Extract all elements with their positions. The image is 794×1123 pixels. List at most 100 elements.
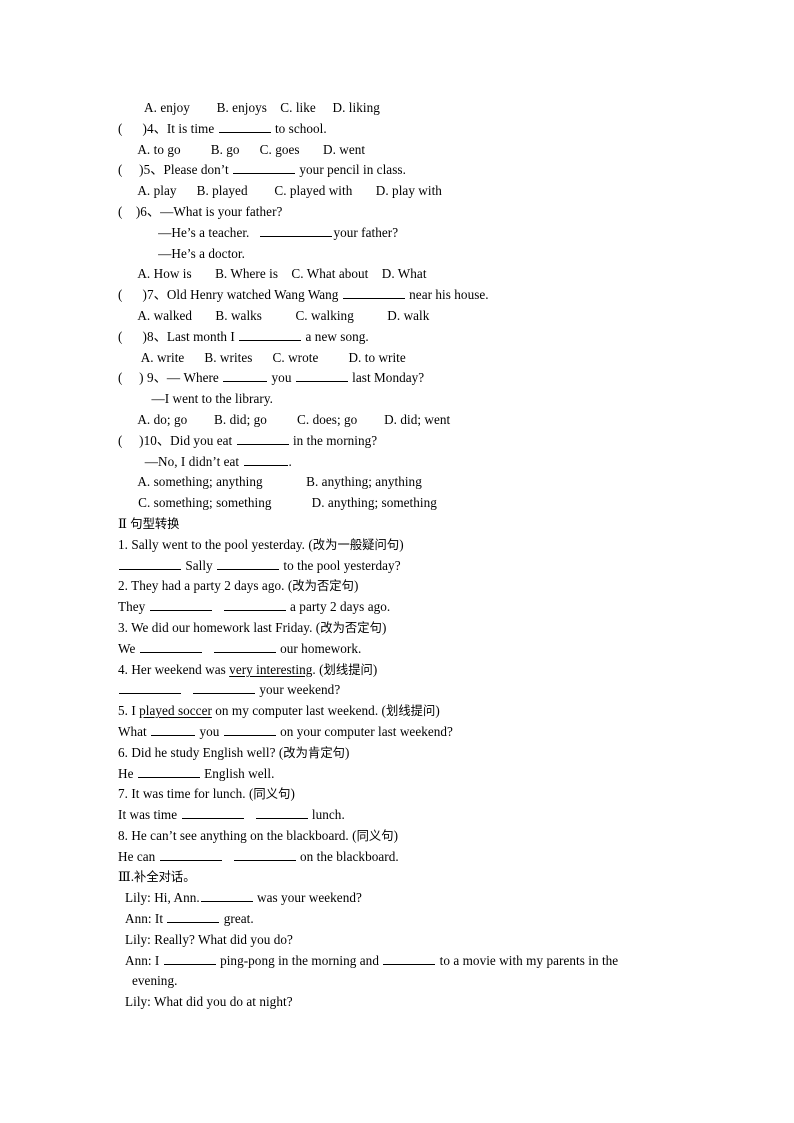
s2-item-5-answer: What you on your computer last weekend?	[118, 723, 453, 739]
q7-options: A. walked B. walks C. walking D. walk	[137, 307, 430, 323]
q10-stem-after: in the morning?	[289, 432, 378, 448]
q9-stem-before: — Where	[166, 370, 223, 386]
q6-line1: —What is your father?	[160, 203, 283, 219]
s2-item-3-blank-1[interactable]	[139, 640, 202, 653]
q10-answer-line: —No, I didn’t eat .	[118, 452, 678, 473]
worksheet-page: A. enjoy B. enjoys C. like D. liking ( )…	[0, 0, 794, 1123]
q10-options-row2: C. something; something D. anything; som…	[138, 495, 437, 511]
q7-answer-blank[interactable]	[342, 286, 405, 300]
s2-item-8-blank-1[interactable]	[159, 848, 222, 861]
dialogue-blank-3[interactable]	[163, 952, 216, 965]
s2-item-5-underlined: played soccer	[139, 703, 212, 719]
q10-answer-after: .	[288, 453, 292, 469]
section-2-heading: Ⅱ 句型转换	[118, 515, 180, 531]
s2-item-7-answer: It was time lunch.	[118, 806, 345, 823]
s2-item-8-answer: He can on the blackboard.	[118, 848, 399, 864]
s2-item-5-prompt: 5. I played soccer on my computer last w…	[118, 703, 440, 719]
s2-item-2-blank-2[interactable]	[223, 598, 286, 612]
q8-stem-before: Last month I	[166, 328, 239, 344]
q10-options-row1: A. something; anything B. anything; anyt…	[137, 474, 422, 490]
q6-line2-after: your father?	[333, 224, 399, 240]
question-9: ( ) 9、— Where you last Monday?	[118, 368, 678, 389]
q5-stem-after: your pencil in class.	[296, 162, 406, 178]
q5-stem-before: Please don’t	[163, 162, 233, 178]
q9-answer-line: —I went to the library.	[151, 391, 273, 407]
dialogue-line-4-continuation: evening.	[132, 973, 178, 989]
q5-answer-blank[interactable]	[233, 161, 296, 175]
dialogue-blank-2[interactable]	[167, 910, 220, 924]
q6-answer-blank[interactable]	[260, 224, 333, 237]
question-8: ( )8、Last month I a new song.	[118, 327, 678, 348]
s2-item-4-underlined: very interesting	[229, 661, 313, 677]
s2-item-2-prompt: 2. They had a party 2 days ago. (改为否定句)	[118, 578, 359, 594]
s2-item-1-prompt: 1. Sally went to the pool yesterday. (改为…	[118, 536, 404, 552]
dialogue-blank-4[interactable]	[383, 952, 436, 965]
question-10: ( )10、Did you eat in the morning?	[118, 431, 678, 452]
s2-item-1-blank-2[interactable]	[217, 556, 280, 570]
dialogue-line-3: Lily: Really? What did you do?	[125, 931, 293, 947]
dialogue-blank-1[interactable]	[200, 889, 253, 903]
q8-stem-after: a new song.	[302, 328, 369, 344]
s2-item-2-answer: They a party 2 days ago.	[118, 598, 391, 615]
s2-item-8-blank-2[interactable]	[233, 848, 296, 861]
q7-stem-after: near his house.	[405, 287, 489, 303]
section-3-heading: Ⅲ.补全对话。	[118, 869, 196, 885]
q4-options: A. to go B. go C. goes D. went	[137, 141, 366, 157]
s2-item-5-blank-1[interactable]	[151, 723, 196, 736]
q9-stem-after: last Monday?	[348, 370, 425, 386]
question-4: ( )4、It is time to school.	[118, 119, 678, 140]
worksheet-content: A. enjoy B. enjoys C. like D. liking ( )…	[118, 98, 678, 1013]
q10-answer-blank-1[interactable]	[236, 432, 289, 445]
q4-answer-blank[interactable]	[218, 120, 271, 133]
question-5: ( )5、Please don’t your pencil in class.	[118, 160, 678, 181]
dialogue-line-2: Ann: It great.	[125, 910, 254, 927]
s2-item-6-blank-1[interactable]	[137, 764, 200, 778]
q10-answer-before: —No, I didn’t eat	[144, 453, 243, 469]
q4-stem-after: to school.	[271, 120, 327, 136]
q10-marker: ( )10、	[118, 432, 171, 448]
q6-line3: —He’s a doctor.	[158, 245, 245, 261]
q5-marker: ( )5、	[118, 162, 164, 178]
s2-item-4-blank-1[interactable]	[119, 681, 181, 695]
s2-item-6-answer: He English well.	[118, 764, 275, 781]
dialogue-line-1: Lily: Hi, Ann. was your weekend?	[125, 889, 362, 906]
s2-item-3-blank-2[interactable]	[213, 640, 276, 653]
q7-stem-before: Old Henry watched Wang Wang	[166, 287, 342, 303]
q6-line2-before: —He’s a teacher.	[158, 224, 260, 240]
q6-marker: ( )6、	[118, 203, 161, 219]
q10-stem-before: Did you eat	[170, 432, 236, 448]
q6-line2: —He’s a teacher. your father?	[118, 223, 678, 244]
q10-answer-blank-2[interactable]	[243, 452, 288, 466]
s2-item-4-prompt: 4. Her weekend was very interesting. (划线…	[118, 661, 378, 677]
question-6: ( )6、—What is your father?	[118, 202, 678, 223]
s2-item-5-blank-2[interactable]	[223, 723, 276, 736]
s2-item-8-prompt: 8. He can’t see anything on the blackboa…	[118, 827, 399, 843]
q8-answer-blank[interactable]	[239, 328, 302, 341]
q5-options: A. play B. played C. played with D. play…	[137, 183, 442, 199]
q8-marker: ( )8、	[118, 328, 167, 344]
q7-marker: ( )7、	[118, 287, 167, 303]
question-7: ( )7、Old Henry watched Wang Wang near hi…	[118, 285, 678, 306]
s2-item-7-blank-2[interactable]	[255, 806, 308, 820]
q8-options: A. write B. writes C. wrote D. to write	[140, 349, 406, 365]
dialogue-line-5: Lily: What did you do at night?	[125, 994, 293, 1010]
dialogue-line-4: Ann: I ping-pong in the morning and to a…	[125, 952, 619, 968]
q3-options: A. enjoy B. enjoys C. like D. liking	[144, 100, 380, 115]
q9-answer-blank-1[interactable]	[223, 369, 268, 383]
s2-item-1-blank-1[interactable]	[119, 556, 181, 570]
q9-options: A. do; go B. did; go C. does; go D. did;…	[137, 411, 451, 427]
s2-item-7-prompt: 7. It was time for lunch. (同义句)	[118, 786, 295, 802]
s2-item-3-prompt: 3. We did our homework last Friday. (改为否…	[118, 619, 387, 635]
q6-options: A. How is B. Where is C. What about D. W…	[137, 266, 427, 282]
q9-answer-blank-2[interactable]	[295, 369, 348, 383]
s2-item-4-answer: your weekend?	[118, 680, 678, 701]
s2-item-7-blank-1[interactable]	[181, 806, 244, 820]
q9-marker: ( ) 9、	[118, 370, 167, 386]
s2-item-1-answer: Sally to the pool yesterday?	[118, 556, 678, 577]
q9-stem-mid: you	[268, 370, 295, 386]
q4-marker: ( )4、	[118, 120, 167, 136]
s2-item-2-blank-1[interactable]	[149, 598, 212, 612]
q4-stem-before: It is time	[166, 120, 218, 136]
s2-item-3-answer: We our homework.	[118, 640, 362, 656]
s2-item-4-blank-2[interactable]	[193, 681, 256, 695]
